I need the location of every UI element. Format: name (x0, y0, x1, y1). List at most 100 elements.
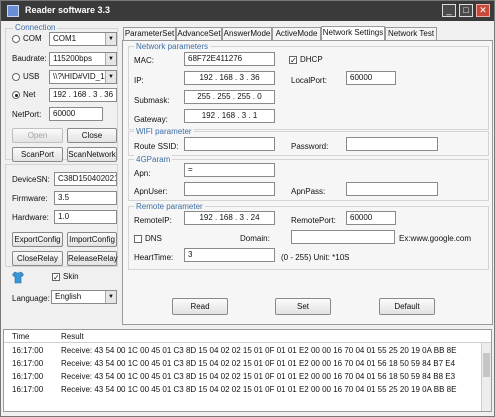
tab-activemode[interactable]: ActiveMode (272, 27, 321, 40)
wifi-password-label: Password: (291, 142, 329, 151)
importconfig-button[interactable]: ImportConfig (67, 232, 117, 247)
skin-checkbox[interactable]: ✓ (52, 273, 60, 282)
log-time: 16:17:00 (12, 372, 44, 381)
wifi-title: WIFI parameter (134, 127, 194, 136)
tab-advanceset[interactable]: AdvanceSet (176, 27, 222, 40)
tab-network-settings[interactable]: Network Settings (321, 26, 385, 41)
remoteport-label: RemotePort: (291, 216, 336, 225)
remoteport-input[interactable]: 60000 (346, 211, 396, 225)
log-col-time[interactable]: Time (12, 332, 29, 341)
log-row[interactable]: 16:17:00 Receive: 43 54 00 1C 00 45 01 C… (4, 345, 480, 356)
language-select[interactable]: English ▼ (51, 290, 117, 304)
domain-hint: Ex:www.google.com (399, 234, 472, 243)
baudrate-value: 115200bps (53, 54, 92, 63)
ip-label: IP: (134, 76, 144, 85)
log-row[interactable]: 16:17:00 Receive: 43 54 00 1C 00 45 01 C… (4, 384, 480, 395)
chevron-down-icon: ▼ (105, 33, 116, 45)
close-window-button[interactable]: ✕ (476, 4, 490, 17)
dns-checkbox[interactable] (134, 235, 142, 243)
baudrate-label: Baudrate: (12, 54, 47, 63)
chevron-down-icon: ▼ (105, 71, 116, 83)
netport-input[interactable]: 60000 (49, 107, 103, 121)
usb-label: USB (23, 72, 40, 81)
com-port-select[interactable]: COM1 ▼ (49, 32, 117, 46)
ip-input[interactable]: 192 . 168 . 3 . 36 (184, 71, 275, 85)
window-title: Reader software 3.3 (25, 5, 111, 15)
read-button[interactable]: Read (172, 298, 228, 315)
open-button[interactable]: Open (12, 128, 63, 143)
mac-label: MAC: (134, 56, 154, 65)
baudrate-select[interactable]: 115200bps ▼ (49, 52, 117, 66)
apn-input[interactable]: = (184, 163, 275, 177)
releaserelay-button[interactable]: ReleaseRelay (67, 251, 118, 266)
log-col-result[interactable]: Result (61, 332, 84, 341)
domain-label: Domain: (240, 234, 270, 243)
hearttime-input[interactable]: 3 (184, 248, 275, 262)
tab-answermode[interactable]: AnswerMode (222, 27, 272, 40)
scanport-button[interactable]: ScanPort (12, 147, 63, 162)
route-ssid-input[interactable] (184, 137, 275, 151)
firmware-field[interactable]: 3.5 (54, 191, 117, 205)
app-window: Reader software 3.3 _ □ ✕ Connection COM… (0, 0, 495, 417)
netport-label: NetPort: (12, 110, 42, 119)
remote-title: Remote parameter (134, 202, 205, 211)
log-header: Time Result (4, 330, 491, 343)
dhcp-checkbox[interactable]: ✓ (289, 56, 297, 65)
exportconfig-button[interactable]: ExportConfig (12, 232, 63, 247)
log-time: 16:17:00 (12, 359, 44, 368)
remoteip-label: RemoteIP: (134, 216, 172, 225)
localport-input[interactable]: 60000 (346, 71, 396, 85)
gateway-label: Gateway: (134, 115, 168, 124)
apnuser-input[interactable] (184, 182, 275, 196)
localport-label: LocalPort: (291, 76, 328, 85)
closerelay-button[interactable]: CloseRelay (12, 251, 63, 266)
language-label: Language: (12, 294, 50, 303)
app-icon (7, 5, 19, 17)
log-row[interactable]: 16:17:00 Receive: 43 54 00 1C 00 45 01 C… (4, 371, 480, 382)
submask-label: Submask: (134, 96, 170, 105)
com-radio[interactable] (12, 35, 20, 43)
network-params-title: Network parameters (134, 42, 211, 51)
route-ssid-label: Route SSID: (134, 142, 179, 151)
usb-device-select[interactable]: \\?\HID#VID_1A ▼ (49, 70, 117, 84)
set-button[interactable]: Set (275, 298, 331, 315)
hardware-label: Hardware: (12, 213, 49, 222)
log-table[interactable]: Time Result 16:17:00 Receive: 43 54 00 1… (3, 329, 492, 412)
minimize-button[interactable]: _ (442, 4, 456, 17)
log-scrollbar[interactable] (481, 343, 491, 411)
close-button[interactable]: Close (67, 128, 117, 143)
skin-label: Skin (63, 272, 79, 281)
chevron-down-icon: ▼ (105, 291, 116, 303)
remoteip-input[interactable]: 192 . 168 . 3 . 24 (184, 211, 275, 225)
apnuser-label: ApnUser: (134, 187, 168, 196)
com-label: COM (23, 34, 42, 43)
tshirt-icon (12, 271, 24, 284)
tab-network-test[interactable]: Network Test (385, 27, 437, 40)
wifi-password-input[interactable] (346, 137, 438, 151)
title-bar[interactable]: Reader software 3.3 _ □ ✕ (1, 1, 494, 21)
log-scrollbar-thumb[interactable] (483, 353, 490, 377)
usb-radio[interactable] (12, 73, 20, 81)
log-result: Receive: 43 54 00 1C 00 45 01 C3 8D 15 0… (61, 359, 456, 368)
net-radio[interactable] (12, 91, 20, 99)
submask-input[interactable]: 255 . 255 . 255 . 0 (184, 90, 275, 104)
default-button[interactable]: Default (379, 298, 435, 315)
gateway-input[interactable]: 192 . 168 . 3 . 1 (184, 109, 275, 123)
hearttime-hint: (0 - 255) Unit: *10S (281, 253, 350, 262)
domain-input[interactable] (291, 230, 395, 244)
mac-input[interactable]: 68F72E411276 (184, 52, 275, 66)
devicesn-field[interactable]: C38D1504020215 (54, 172, 117, 186)
log-row[interactable]: 16:17:00 Receive: 43 54 00 1C 00 45 01 C… (4, 358, 480, 369)
hardware-field[interactable]: 1.0 (54, 210, 117, 224)
tab-parameterset[interactable]: ParameterSet (123, 27, 176, 40)
net-label: Net (23, 90, 36, 99)
scannetwork-button[interactable]: ScanNetwork (67, 147, 117, 162)
dns-label: DNS (145, 234, 162, 243)
connection-title: Connection (13, 23, 58, 32)
apnpass-input[interactable] (346, 182, 438, 196)
fourg-title: 4GParam (134, 155, 173, 164)
maximize-button[interactable]: □ (459, 4, 473, 17)
hearttime-label: HeartTime: (134, 253, 174, 262)
net-ip-input[interactable]: 192 . 168 . 3 . 36 (49, 88, 117, 102)
apnpass-label: ApnPass: (291, 187, 326, 196)
